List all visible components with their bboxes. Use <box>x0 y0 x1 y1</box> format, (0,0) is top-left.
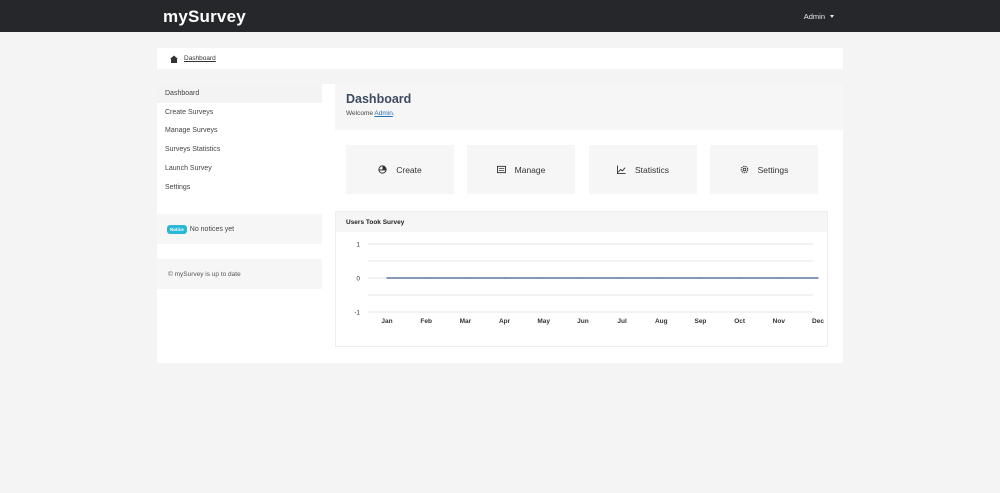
user-menu-label: Admin <box>803 12 825 21</box>
pie-chart-icon <box>378 165 387 174</box>
x-tick-label: Dec <box>812 318 824 325</box>
welcome-suffix: . <box>392 110 395 117</box>
list-icon <box>496 165 506 174</box>
page-header: Dashboard Welcome Admin. <box>335 84 843 130</box>
status-text: © mySurvey is up to date <box>168 270 241 278</box>
settings-tile-label: Settings <box>757 164 789 175</box>
data-point <box>739 277 741 279</box>
data-point <box>464 277 466 279</box>
data-point <box>699 277 702 279</box>
notice-text: No notices yet <box>189 225 235 233</box>
manage-tile-label: Manage <box>514 164 546 175</box>
x-tick-label: Jun <box>577 318 589 325</box>
data-point <box>660 277 662 279</box>
x-tick-label: Feb <box>420 318 432 325</box>
notice-box: Notice No notices yet <box>157 214 322 244</box>
line-chart-icon <box>616 165 626 174</box>
statistics-tile-label: Statistics <box>634 164 669 175</box>
status-box: © mySurvey is up to date <box>157 259 322 289</box>
statistics-tile[interactable]: Statistics <box>589 145 697 194</box>
users-line-chart: 1 0 -1 Jan Feb Mar Apr May Jun Jul Aug Sep Oct Nov Dec <box>354 242 824 326</box>
brand-logo[interactable]: mySurvey <box>163 7 246 27</box>
sidebar: Dashboard Create Surveys Manage Surveys … <box>157 84 322 289</box>
create-tile[interactable]: Create <box>346 145 454 194</box>
content-card: Dashboard Create Surveys Manage Surveys … <box>157 84 843 363</box>
data-point <box>386 277 388 279</box>
sidebar-item-create-surveys[interactable]: Create Surveys <box>157 103 322 122</box>
top-navbar: mySurvey Admin <box>0 0 1000 32</box>
data-point <box>817 277 819 279</box>
sidebar-item-manage-surveys[interactable]: Manage Surveys <box>157 122 322 141</box>
breadcrumb: Dashboard <box>157 48 843 69</box>
caret-down-icon <box>830 15 834 18</box>
user-menu[interactable]: Admin <box>804 12 834 21</box>
panel-title: Users Took Survey <box>336 212 827 232</box>
home-icon <box>170 55 178 63</box>
page-title: Dashboard <box>346 92 412 106</box>
x-tick-label: Sep <box>694 318 706 325</box>
create-tile-label: Create <box>396 164 422 175</box>
data-point <box>778 277 780 279</box>
x-tick-label: Nov <box>773 318 786 325</box>
data-point <box>543 277 545 279</box>
data-point <box>503 277 506 279</box>
gear-icon <box>740 165 748 174</box>
data-point <box>621 277 623 279</box>
x-tick-label: Mar <box>460 318 472 325</box>
breadcrumb-dashboard-link[interactable]: Dashboard <box>184 55 216 62</box>
y-tick-label: 0 <box>356 276 360 283</box>
sidebar-menu: Dashboard Create Surveys Manage Surveys … <box>157 84 322 197</box>
x-tick-label: Oct <box>734 318 746 325</box>
welcome-prefix: Welcome <box>346 110 375 117</box>
welcome-text: Welcome Admin. <box>346 110 832 117</box>
sidebar-item-launch-survey[interactable]: Launch Survey <box>157 159 322 178</box>
sidebar-item-surveys-statistics[interactable]: Surveys Statistics <box>157 140 322 159</box>
notice-badge: Notice <box>167 224 187 234</box>
data-point <box>425 277 427 279</box>
main-area: Dashboard Welcome Admin. Create Manage S… <box>335 84 843 347</box>
x-tick-label: Aug <box>655 318 668 325</box>
data-point <box>582 277 584 279</box>
x-tick-label: Jan <box>381 318 392 325</box>
x-tick-label: Apr <box>499 318 511 325</box>
y-tick-label: -1 <box>354 310 360 317</box>
users-chart-panel: Users Took Survey 1 0 -1 Jan Feb Mar Apr May Jun… <box>335 211 828 347</box>
manage-tile[interactable]: Manage <box>467 145 575 194</box>
sidebar-item-dashboard[interactable]: Dashboard <box>157 84 322 103</box>
settings-tile[interactable]: Settings <box>710 145 818 194</box>
x-tick-label: May <box>537 318 550 325</box>
action-tiles: Create Manage Statistics Settings <box>346 145 819 194</box>
sidebar-item-settings[interactable]: Settings <box>157 178 322 197</box>
x-tick-label: Jul <box>617 318 627 325</box>
welcome-user-link[interactable]: Admin <box>374 110 392 117</box>
y-tick-label: 1 <box>356 242 360 249</box>
